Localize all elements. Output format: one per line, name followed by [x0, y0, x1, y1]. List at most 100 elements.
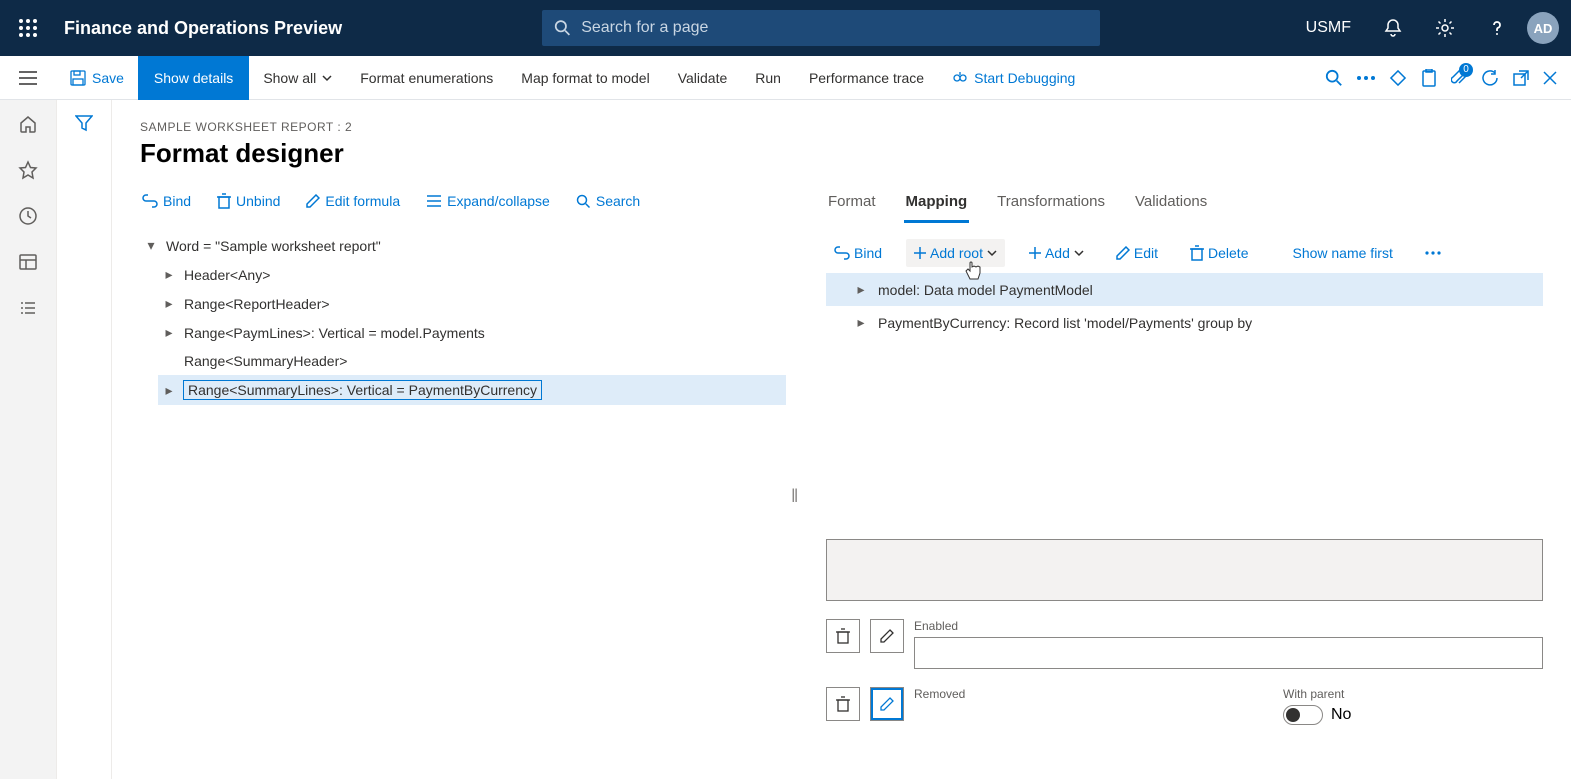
app-launcher-button[interactable] — [0, 19, 56, 37]
trash-icon — [217, 193, 231, 209]
run-button[interactable]: Run — [741, 56, 795, 100]
save-icon — [70, 70, 86, 86]
refresh-icon — [1481, 69, 1499, 87]
tab-validations[interactable]: Validations — [1133, 189, 1209, 223]
datasource-row[interactable]: ▸ model: Data model PaymentModel — [826, 273, 1543, 306]
workspaces-nav[interactable] — [18, 252, 38, 272]
filter-rail — [56, 100, 112, 779]
close-icon — [1543, 71, 1557, 85]
top-bar: Finance and Operations Preview USMF AD — [0, 0, 1571, 56]
search-bar[interactable] — [542, 10, 1100, 46]
workspace-icon — [18, 252, 38, 272]
tab-format[interactable]: Format — [826, 189, 878, 223]
favorites-nav[interactable] — [18, 160, 38, 180]
chevron-down-icon — [1074, 248, 1084, 258]
search-icon — [1325, 69, 1343, 87]
format-enumerations-button[interactable]: Format enumerations — [346, 56, 507, 100]
save-button[interactable]: Save — [56, 56, 138, 100]
caret-right-icon[interactable]: ▸ — [162, 266, 176, 283]
caret-right-icon[interactable]: ▸ — [162, 295, 176, 312]
performance-trace-button[interactable]: Performance trace — [795, 56, 938, 100]
tab-mapping[interactable]: Mapping — [904, 189, 970, 223]
with-parent-value: No — [1331, 706, 1351, 724]
main-content: SAMPLE WORKSHEET REPORT : 2 Format desig… — [112, 100, 1571, 779]
side-rail — [0, 100, 56, 779]
with-parent-toggle[interactable] — [1283, 705, 1323, 725]
expand-collapse-button[interactable]: Expand/collapse — [424, 189, 552, 213]
tree-node-selected[interactable]: ▸ Range<SummaryLines>: Vertical = Paymen… — [158, 375, 786, 405]
bind-button[interactable]: Bind — [140, 189, 193, 213]
company-picker[interactable]: USMF — [1294, 11, 1363, 45]
add-button[interactable]: Add — [1021, 239, 1092, 267]
edit-button[interactable]: Edit — [1108, 239, 1166, 267]
settings-button[interactable] — [1423, 10, 1467, 46]
tree-node[interactable]: Range<SummaryHeader> — [158, 347, 786, 375]
modules-nav[interactable] — [18, 298, 38, 318]
more-icon — [1357, 76, 1375, 80]
tree-search-button[interactable]: Search — [574, 189, 642, 213]
show-all-button[interactable]: Show all — [249, 56, 346, 100]
add-root-button[interactable]: Add root — [906, 239, 1005, 267]
enabled-edit-button[interactable] — [870, 619, 904, 653]
user-avatar[interactable]: AD — [1527, 12, 1559, 44]
action-paste-button[interactable] — [1421, 69, 1437, 87]
start-debugging-button[interactable]: Start Debugging — [938, 56, 1089, 100]
close-button[interactable] — [1543, 71, 1557, 85]
show-name-first-button[interactable]: Show name first — [1284, 239, 1400, 267]
enabled-input[interactable] — [914, 637, 1543, 669]
map-format-button[interactable]: Map format to model — [507, 56, 663, 100]
search-command-button[interactable] — [1325, 69, 1343, 87]
pencil-icon — [880, 629, 894, 643]
home-nav[interactable] — [18, 114, 38, 134]
datasource-row[interactable]: ▸ PaymentByCurrency: Record list 'model/… — [826, 306, 1543, 339]
home-icon — [18, 114, 38, 134]
mapping-more-button[interactable] — [1417, 245, 1449, 261]
chevron-down-icon — [322, 73, 332, 83]
hamburger-button[interactable] — [0, 71, 56, 85]
tree-node[interactable]: ▸ Range<ReportHeader> — [158, 289, 786, 318]
refresh-button[interactable] — [1481, 69, 1499, 87]
description-box[interactable] — [826, 539, 1543, 601]
caret-right-icon[interactable]: ▸ — [162, 382, 176, 399]
recent-nav[interactable] — [18, 206, 38, 226]
chevron-down-icon — [987, 248, 997, 258]
plus-icon — [914, 247, 926, 259]
attachment-badge: 0 — [1459, 63, 1473, 77]
pencil-icon — [1116, 246, 1130, 260]
enabled-row: Enabled — [826, 619, 1543, 669]
removed-delete-button[interactable] — [826, 687, 860, 721]
format-tree: ▾ Word = "Sample worksheet report" ▸ Hea… — [140, 231, 786, 405]
mapping-bind-button[interactable]: Bind — [826, 239, 890, 267]
caret-down-icon[interactable]: ▾ — [144, 237, 158, 254]
right-pane: Format Mapping Transformations Validatio… — [826, 189, 1543, 725]
splitter-handle[interactable]: ‖ — [791, 486, 798, 507]
question-icon — [1487, 18, 1507, 38]
caret-right-icon[interactable]: ▸ — [854, 314, 868, 331]
filter-button[interactable] — [75, 114, 93, 132]
notifications-button[interactable] — [1371, 10, 1415, 46]
attachments-button[interactable]: 0 — [1451, 69, 1467, 87]
top-right-group: USMF AD — [1294, 10, 1559, 46]
gear-icon — [1435, 18, 1455, 38]
caret-right-icon[interactable]: ▸ — [854, 281, 868, 298]
search-input[interactable] — [581, 19, 1088, 37]
right-tabs: Format Mapping Transformations Validatio… — [826, 189, 1543, 223]
tab-transformations[interactable]: Transformations — [995, 189, 1107, 223]
show-details-button[interactable]: Show details — [138, 56, 249, 100]
action-diamond-button[interactable] — [1389, 69, 1407, 87]
tree-node[interactable]: ▸ Range<PaymLines>: Vertical = model.Pay… — [158, 318, 786, 347]
hamburger-icon — [19, 71, 37, 85]
tree-node[interactable]: ▸ Header<Any> — [158, 260, 786, 289]
enabled-delete-button[interactable] — [826, 619, 860, 653]
tree-root[interactable]: ▾ Word = "Sample worksheet report" — [140, 231, 786, 260]
popout-button[interactable] — [1513, 70, 1529, 86]
caret-right-icon[interactable]: ▸ — [162, 324, 176, 341]
more-commands-button[interactable] — [1357, 76, 1375, 80]
unbind-button[interactable]: Unbind — [215, 189, 282, 213]
properties-panel: Enabled Removed — [826, 539, 1543, 725]
validate-button[interactable]: Validate — [664, 56, 742, 100]
edit-formula-button[interactable]: Edit formula — [304, 189, 402, 213]
delete-button[interactable]: Delete — [1182, 239, 1256, 267]
help-button[interactable] — [1475, 10, 1519, 46]
removed-edit-button[interactable] — [870, 687, 904, 721]
